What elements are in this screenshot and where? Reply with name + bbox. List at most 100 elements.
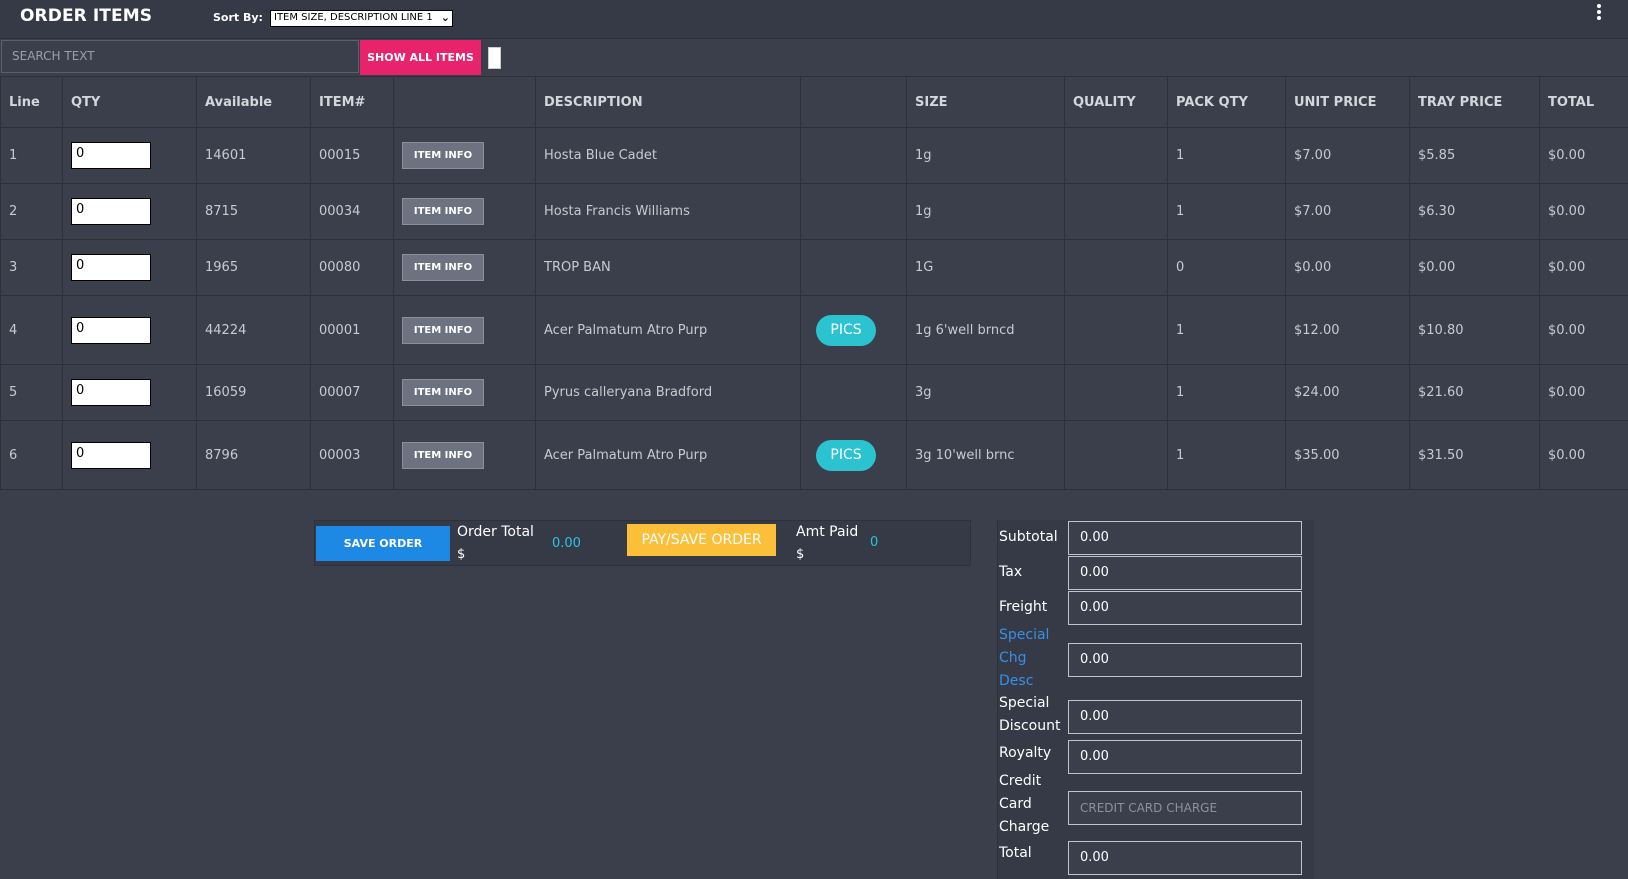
column-header: QUALITY — [1064, 76, 1168, 128]
pics-cell: PICS — [800, 420, 907, 490]
available-cell: 1965 — [196, 239, 311, 296]
special-chg-field[interactable]: 0.00 — [1068, 643, 1302, 677]
subtotal-label: Subtotal — [999, 529, 1058, 545]
pics-button[interactable]: PICS — [816, 314, 876, 346]
totals-panel: Subtotal 0.00 Tax 0.00 Freight 0.00 Spec… — [997, 520, 1314, 879]
pack-qty-cell: 1 — [1167, 183, 1286, 240]
order-items-table: Line QTY Available ITEM# DESCRIPTION SIZE QUAL… — [0, 76, 1628, 490]
line-cell: 2 — [0, 183, 63, 240]
special-discount-label: Special Discount — [999, 692, 1060, 738]
order-total-value: 0.00 — [552, 536, 581, 551]
top-bar: ORDER ITEMS Sort By: ITEM SIZE, DESCRIPT… — [0, 0, 1628, 39]
pics-cell — [800, 239, 907, 296]
item-info-cell: ITEM INFO — [393, 420, 536, 490]
column-header: PACK QTY — [1167, 76, 1286, 128]
chevron-down-icon: ⌄ — [440, 11, 450, 24]
qty-cell: 0 — [62, 420, 197, 490]
total-cell: $0.00 — [1539, 295, 1628, 365]
size-cell: 3g 10'well brnc — [906, 420, 1065, 490]
unit-price-cell: $24.00 — [1285, 364, 1410, 421]
royalty-label: Royalty — [999, 745, 1052, 761]
qty-input[interactable]: 0 — [71, 441, 151, 469]
tax-field[interactable]: 0.00 — [1068, 556, 1302, 590]
description-cell: Hosta Blue Cadet — [535, 127, 801, 184]
special-chg-desc-link[interactable]: Special Chg Desc — [999, 624, 1049, 693]
pay-save-order-button[interactable]: PAY/SAVE ORDER — [627, 524, 776, 556]
item-number-cell: 00007 — [310, 364, 394, 421]
qty-cell: 0 — [62, 364, 197, 421]
total-cell: $0.00 — [1539, 183, 1628, 240]
special-chg-label-line3: Desc — [999, 673, 1034, 689]
description-cell: Acer Palmatum Atro Purp — [535, 295, 801, 365]
column-header: DESCRIPTION — [535, 76, 801, 128]
qty-input[interactable]: 0 — [71, 316, 151, 344]
pics-cell — [800, 127, 907, 184]
item-info-button[interactable]: ITEM INFO — [402, 142, 484, 169]
qty-input[interactable]: 0 — [71, 142, 151, 169]
special-discount-label-line2: Discount — [999, 718, 1061, 734]
cc-label-line3: Charge — [999, 819, 1050, 835]
column-header: Line — [0, 76, 63, 128]
available-cell: 8796 — [196, 420, 311, 490]
item-number-cell: 00003 — [310, 420, 394, 490]
toggle-box[interactable] — [488, 47, 501, 69]
amt-paid-value: 0 — [870, 535, 879, 550]
item-number-cell: 00080 — [310, 239, 394, 296]
tray-price-cell: $6.30 — [1409, 183, 1540, 240]
qty-input[interactable]: 0 — [71, 379, 151, 406]
pack-qty-cell: 1 — [1167, 364, 1286, 421]
kebab-menu-icon[interactable] — [1597, 4, 1603, 22]
sort-by-select[interactable]: ITEM SIZE, DESCRIPTION LINE 1 ⌄ — [270, 10, 453, 27]
subtotal-field[interactable]: 0.00 — [1068, 521, 1302, 555]
table-row: 6 0 8796 00003 ITEM INFO Acer Palmatum Atro P… — [0, 420, 1628, 490]
show-all-items-button[interactable]: SHOW ALL ITEMS — [360, 40, 481, 75]
quality-cell — [1064, 239, 1168, 296]
item-info-button[interactable]: ITEM INFO — [402, 198, 484, 225]
qty-input[interactable]: 0 — [71, 254, 151, 281]
description-cell: Acer Palmatum Atro Purp — [535, 420, 801, 490]
column-header: ITEM# — [310, 76, 394, 128]
freight-field[interactable]: 0.00 — [1068, 591, 1302, 625]
quality-cell — [1064, 364, 1168, 421]
total-field[interactable]: 0.00 — [1068, 841, 1302, 875]
royalty-field[interactable]: 0.00 — [1068, 740, 1302, 774]
available-cell: 14601 — [196, 127, 311, 184]
item-info-cell: ITEM INFO — [393, 183, 536, 240]
search-input[interactable]: SEARCH TEXT — [1, 40, 359, 73]
total-cell: $0.00 — [1539, 239, 1628, 296]
qty-cell: 0 — [62, 295, 197, 365]
tray-price-cell: $0.00 — [1409, 239, 1540, 296]
pack-qty-cell: 1 — [1167, 127, 1286, 184]
item-info-cell: ITEM INFO — [393, 127, 536, 184]
qty-cell: 0 — [62, 239, 197, 296]
tax-label: Tax — [999, 564, 1023, 580]
qty-input[interactable]: 0 — [71, 198, 151, 225]
order-action-bar: SAVE ORDER Order Total $ 0.00 PAY/SAVE O… — [314, 520, 971, 566]
line-cell: 5 — [0, 364, 63, 421]
unit-price-cell: $7.00 — [1285, 127, 1410, 184]
special-discount-field[interactable]: 0.00 — [1068, 700, 1302, 734]
size-cell: 1g — [906, 127, 1065, 184]
item-info-button[interactable]: ITEM INFO — [402, 254, 484, 281]
qty-cell: 0 — [62, 183, 197, 240]
line-cell: 6 — [0, 420, 63, 490]
sort-by-value: ITEM SIZE, DESCRIPTION LINE 1 — [274, 12, 433, 23]
item-info-button[interactable]: ITEM INFO — [402, 379, 484, 406]
credit-card-charge-field[interactable]: CREDIT CARD CHARGE — [1068, 791, 1302, 825]
description-cell: Pyrus calleryana Bradford — [535, 364, 801, 421]
item-number-cell: 00034 — [310, 183, 394, 240]
pics-button[interactable]: PICS — [816, 439, 876, 471]
save-order-button[interactable]: SAVE ORDER — [316, 526, 450, 561]
item-info-button[interactable]: ITEM INFO — [402, 316, 484, 344]
unit-price-cell: $12.00 — [1285, 295, 1410, 365]
column-header: TRAY PRICE — [1409, 76, 1540, 128]
quality-cell — [1064, 420, 1168, 490]
item-info-button[interactable]: ITEM INFO — [402, 441, 484, 469]
line-cell: 3 — [0, 239, 63, 296]
column-header: TOTAL — [1539, 76, 1628, 128]
table-header-row: Line QTY Available ITEM# DESCRIPTION SIZE QUAL… — [0, 76, 1628, 128]
column-header: QTY — [62, 76, 197, 128]
pack-qty-cell: 1 — [1167, 420, 1286, 490]
column-header — [800, 76, 907, 128]
unit-price-cell: $7.00 — [1285, 183, 1410, 240]
